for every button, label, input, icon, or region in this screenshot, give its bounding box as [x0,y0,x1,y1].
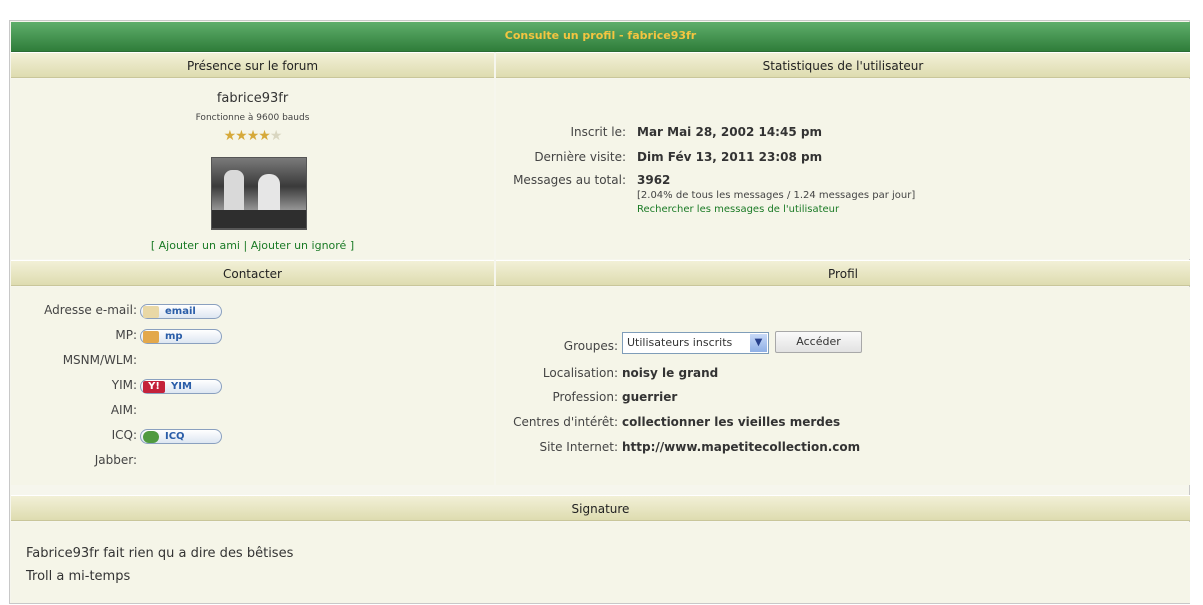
location-label: Localisation: [542,366,618,380]
signature-line-2: Troll a mi-temps [26,569,131,584]
avatar [211,157,307,230]
friend-links: [ Ajouter un ami | Ajouter un ignoré ] [150,239,355,252]
star-icon: ★ [258,128,271,144]
jabber-label: Jabber: [94,453,137,467]
star-icon: ★ [246,128,260,144]
profile-header: Profil [496,260,1190,286]
stats-cell: Inscrit le: Mar Mai 28, 2002 14:45 pm De… [496,79,1190,259]
presence-cell: fabrice93fr Fonctionne à 9600 bauds ★★★★… [11,79,494,259]
last-visit-label: Dernière visite: [534,150,626,164]
profile-panel: Consulte un profil - fabrice93fr Présenc… [9,20,1190,604]
posts-label: Messages au total: [513,173,626,187]
site-label: Site Internet: [539,440,618,454]
yim-button[interactable]: Y! YIM [140,379,222,394]
job-label: Profession: [552,390,618,404]
star-empty-icon: ★ [269,128,283,144]
signature-line-1: Fabrice93fr fait rien qu a dire des bêti… [26,546,294,561]
groups-select[interactable]: Utilisateurs inscrits ▼ [622,332,769,354]
interests-value: collectionner les vieilles merdes [622,415,841,429]
star-icon: ★ [235,128,248,144]
users-icon [143,330,159,343]
chevron-down-icon[interactable]: ▼ [750,334,767,352]
rank-stars: ★★★★★ [11,125,494,144]
aim-label: AIM: [110,403,137,417]
star-icon: ★ [223,128,237,144]
search-posts-link[interactable]: Rechercher les messages de l'utilisateur [637,204,839,215]
email-button[interactable]: email [140,304,222,319]
page-title: Consulte un profil - fabrice93fr [11,22,1190,52]
pm-label: MP: [115,328,137,342]
presence-header: Présence sur le forum [11,52,494,78]
icq-flower-icon [143,430,159,443]
location-value: noisy le grand [622,366,719,380]
contact-header: Contacter [11,260,494,286]
email-label: Adresse e-mail: [44,303,137,317]
signature-header: Signature [11,495,1190,521]
add-ignored-link[interactable]: Ajouter un ignoré [251,239,347,252]
msn-label: MSNM/WLM: [62,353,137,367]
pm-button[interactable]: mp [140,329,222,344]
icq-button[interactable]: ICQ [140,429,222,444]
yim-label: YIM: [111,378,137,392]
go-button[interactable]: Accéder [775,331,862,353]
last-visit-value: Dim Fév 13, 2011 23:08 pm [637,150,823,164]
user-rank: Fonctionne à 9600 bauds [195,113,310,123]
icq-label: ICQ: [111,428,137,442]
joined-label: Inscrit le: [570,125,626,139]
signature-cell: Fabrice93fr fait rien qu a dire des bêti… [11,522,1190,603]
envelope-icon [143,305,159,318]
job-value: guerrier [622,390,678,404]
add-friend-link[interactable]: Ajouter un ami [159,239,240,252]
site-link[interactable]: http://www.mapetitecollection.com [622,440,860,454]
stats-header: Statistiques de l'utilisateur [496,52,1190,78]
yahoo-icon: Y! [143,380,165,393]
interests-label: Centres d'intérêt: [513,415,618,429]
profile-cell: Groupes: Utilisateurs inscrits ▼ Accéder… [496,287,1190,485]
contact-cell: Adresse e-mail: email MP: mp MSNM/WLM: Y… [11,287,494,485]
posts-value: 3962 [637,173,671,187]
joined-value: Mar Mai 28, 2002 14:45 pm [637,125,822,139]
groups-label: Groupes: [563,339,618,353]
posts-detail: [2.04% de tous les messages / 1.24 messa… [637,190,916,201]
username: fabrice93fr [216,91,289,106]
